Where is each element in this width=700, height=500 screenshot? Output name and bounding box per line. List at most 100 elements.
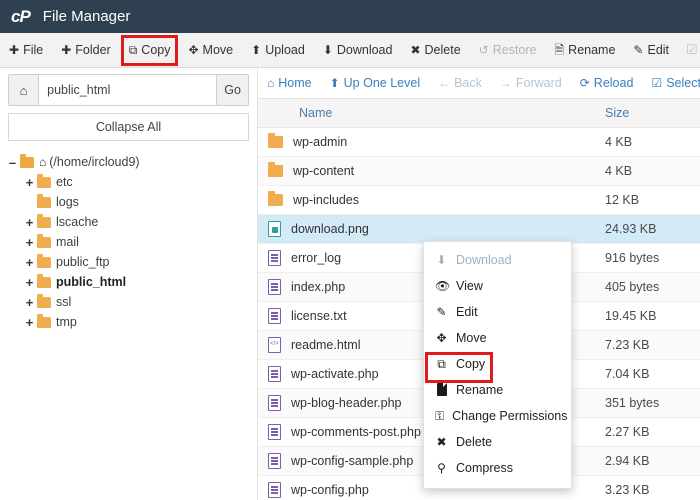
context-menu-item-label: Move: [456, 331, 487, 345]
toolbar-item-label: Move: [202, 43, 234, 57]
path-input[interactable]: [39, 75, 217, 105]
copy-icon: ⧉: [437, 357, 446, 371]
table-row[interactable]: download.png 24.93 KB: [258, 215, 700, 244]
context-menu-item-label: Edit: [456, 305, 478, 319]
tree-item-lscache[interactable]: + lscache: [6, 212, 257, 232]
file-size-cell: 7.23 KB: [605, 338, 650, 352]
folder-icon: [37, 213, 51, 228]
expand-icon[interactable]: +: [23, 316, 36, 329]
move-icon: ✥: [188, 43, 199, 57]
rename-doc-icon: 🗎: [554, 43, 565, 57]
nav-item-label: Forward: [515, 76, 562, 90]
go-button[interactable]: Go: [216, 75, 248, 105]
folder-icon: [268, 133, 283, 148]
context-menu-change-permissions-item[interactable]: ⚿ Change Permissions: [424, 403, 571, 429]
tree-item-public_html[interactable]: + public_html: [6, 272, 257, 292]
file-name-label: wp-activate.php: [291, 367, 379, 381]
pencil-icon: ✎: [633, 43, 644, 57]
nav-item-label: Select A: [666, 76, 700, 90]
context-menu-move-item[interactable]: ✥ Move: [424, 325, 571, 351]
toolbar-move-button[interactable]: ✥ Move: [179, 33, 242, 68]
expand-icon[interactable]: +: [23, 256, 36, 269]
context-menu-edit-item[interactable]: ✎ Edit: [424, 299, 571, 325]
file-size-cell: 12 KB: [605, 193, 640, 207]
toolbar-upload-button[interactable]: ⬆ Upload: [242, 33, 314, 68]
toolbar-delete-button[interactable]: ✖ Delete: [401, 33, 469, 68]
up-one-level-icon: ⬆: [329, 76, 340, 90]
file-size-cell: 19.45 KB: [605, 309, 657, 323]
collapse-all-button[interactable]: Collapse All: [8, 113, 249, 141]
tree-item-etc[interactable]: + etc: [6, 172, 257, 192]
context-menu-item-label: Copy: [456, 357, 486, 371]
context-menu: ⬇ Download 👁 View ✎ Edit ✥ Move ⧉ Copy Rename ⚿ Chan…: [423, 241, 572, 489]
nav-item-label: Back: [454, 76, 482, 90]
tree-item-tmp[interactable]: + tmp: [6, 312, 257, 332]
app-header: cP File Manager: [0, 0, 700, 33]
toolbar-item-label: Rename: [568, 43, 616, 57]
expand-icon[interactable]: +: [23, 296, 36, 309]
column-header-name[interactable]: Name: [258, 106, 605, 120]
folder-icon: [37, 233, 51, 248]
expand-icon[interactable]: +: [23, 276, 36, 289]
tree-item-label: lscache: [56, 215, 99, 229]
table-row[interactable]: wp-admin 4 KB: [258, 128, 700, 157]
context-menu-download-item: ⬇ Download: [424, 247, 571, 273]
pencil-icon: ✎: [436, 305, 447, 319]
tree-item-label: logs: [56, 195, 79, 209]
toolbar-download-button[interactable]: ⬇ Download: [314, 33, 402, 68]
context-menu-copy-item[interactable]: ⧉ Copy: [424, 351, 571, 383]
file-name-label: wp-includes: [293, 193, 360, 207]
file-name-cell: download.png: [258, 221, 605, 237]
folder-icon: [37, 193, 51, 208]
expand-icon[interactable]: +: [23, 236, 36, 249]
file-name-label: download.png: [291, 222, 369, 236]
expand-icon[interactable]: +: [23, 216, 36, 229]
nav-back-button: ← Back: [429, 76, 491, 90]
toolbar-file-button[interactable]: ✚ File: [0, 33, 52, 68]
arrow-right-icon: →: [499, 76, 512, 90]
folder-icon: [37, 253, 51, 268]
context-menu-view-item[interactable]: 👁 View: [424, 273, 571, 299]
tree-item-public_ftp[interactable]: + public_ftp: [6, 252, 257, 272]
tree-item-logs[interactable]: logs: [6, 192, 257, 212]
nav-reload-button[interactable]: ⟳ Reload: [571, 76, 643, 90]
table-row[interactable]: wp-content 4 KB: [258, 157, 700, 186]
context-menu-rename-item[interactable]: Rename: [424, 377, 571, 403]
toolbar-item-label: Copy: [141, 43, 171, 57]
column-header-size[interactable]: Size: [605, 106, 700, 120]
file-name-label: error_log: [291, 251, 342, 265]
nav-select-a-button[interactable]: ☑Select A: [642, 76, 700, 90]
toolbar-rename-button[interactable]: 🗎 Rename: [546, 33, 625, 68]
compress-icon: ⚲: [437, 461, 446, 475]
sidebar: ⌂ Go Collapse All –⌂(/home/ircloud9)+etc…: [0, 68, 258, 500]
cpanel-logo: cP: [11, 6, 31, 26]
table-row[interactable]: wp-includes 12 KB: [258, 186, 700, 215]
home-icon[interactable]: ⌂: [9, 75, 40, 105]
tree-item-label: (/home/ircloud9): [49, 155, 140, 169]
context-menu-compress-item[interactable]: ⚲ Compress: [424, 455, 571, 481]
file-size-cell: 4 KB: [605, 164, 633, 178]
nav-up-one-level-button[interactable]: ⬆ Up One Level: [321, 76, 430, 90]
context-menu-item-label: Delete: [456, 435, 493, 449]
toolbar-edit-button[interactable]: ✎ Edit: [624, 33, 678, 68]
tree-item-ssl[interactable]: + ssl: [6, 292, 257, 312]
collapse-icon[interactable]: –: [6, 156, 19, 169]
context-menu-item-label: Change Permissions: [452, 409, 568, 423]
page-title: File Manager: [42, 8, 131, 25]
document-file-icon: [268, 482, 281, 498]
toolbar-item-label: Restore: [492, 43, 537, 57]
nav-forward-button: → Forward: [491, 76, 571, 90]
tree-item-homeircloud9[interactable]: – ⌂ (/home/ircloud9): [6, 152, 257, 172]
arrow-left-icon: ←: [438, 76, 451, 90]
toolbar-folder-button[interactable]: ✚ Folder: [52, 33, 120, 68]
expand-icon[interactable]: +: [23, 176, 36, 189]
tree-item-label: ssl: [56, 295, 72, 309]
nav-home-button[interactable]: ⌂ Home: [258, 76, 321, 90]
folder-icon: [268, 191, 283, 206]
context-menu-delete-item[interactable]: ✖ Delete: [424, 429, 571, 455]
tree-item-mail[interactable]: + mail: [6, 232, 257, 252]
delete-x-icon: ✖: [410, 43, 421, 57]
file-size-cell: 2.27 KB: [605, 425, 650, 439]
file-size-cell: 24.93 KB: [605, 222, 657, 236]
toolbar-copy-button[interactable]: ⧉ Copy: [120, 33, 180, 68]
